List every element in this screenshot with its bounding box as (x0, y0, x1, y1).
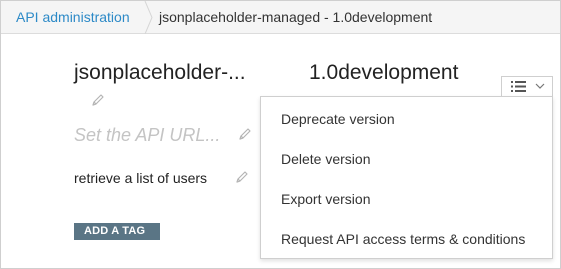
menu-item-deprecate-version[interactable]: Deprecate version (281, 111, 395, 127)
api-name: jsonplaceholder-... (74, 61, 246, 84)
actions-dropdown-menu: Deprecate version Delete version Export … (260, 96, 553, 259)
breadcrumb-separator-icon (144, 1, 153, 34)
menu-item-export-version[interactable]: Export version (281, 191, 370, 207)
list-icon (511, 81, 526, 92)
breadcrumb-current: jsonplaceholder-managed - 1.0development (159, 9, 433, 25)
api-url-placeholder[interactable]: Set the API URL... (74, 124, 220, 146)
menu-item-request-access-terms[interactable]: Request API access terms & conditions (281, 231, 525, 247)
breadcrumb-root-link[interactable]: API administration (16, 9, 130, 25)
menu-item-delete-version[interactable]: Delete version (281, 151, 371, 167)
api-description: retrieve a list of users (74, 170, 208, 186)
edit-url-pencil-icon[interactable] (237, 127, 251, 141)
api-detail-window: API administration jsonplaceholder-manag… (0, 0, 561, 269)
breadcrumb: API administration jsonplaceholder-manag… (1, 1, 560, 34)
actions-menu-toggle[interactable] (501, 76, 553, 96)
api-version: 1.0development (309, 61, 459, 84)
chevron-down-icon (535, 83, 545, 89)
add-tag-button[interactable]: ADD A TAG (74, 223, 160, 240)
edit-name-pencil-icon[interactable] (90, 93, 104, 107)
edit-description-pencil-icon[interactable] (234, 170, 248, 184)
